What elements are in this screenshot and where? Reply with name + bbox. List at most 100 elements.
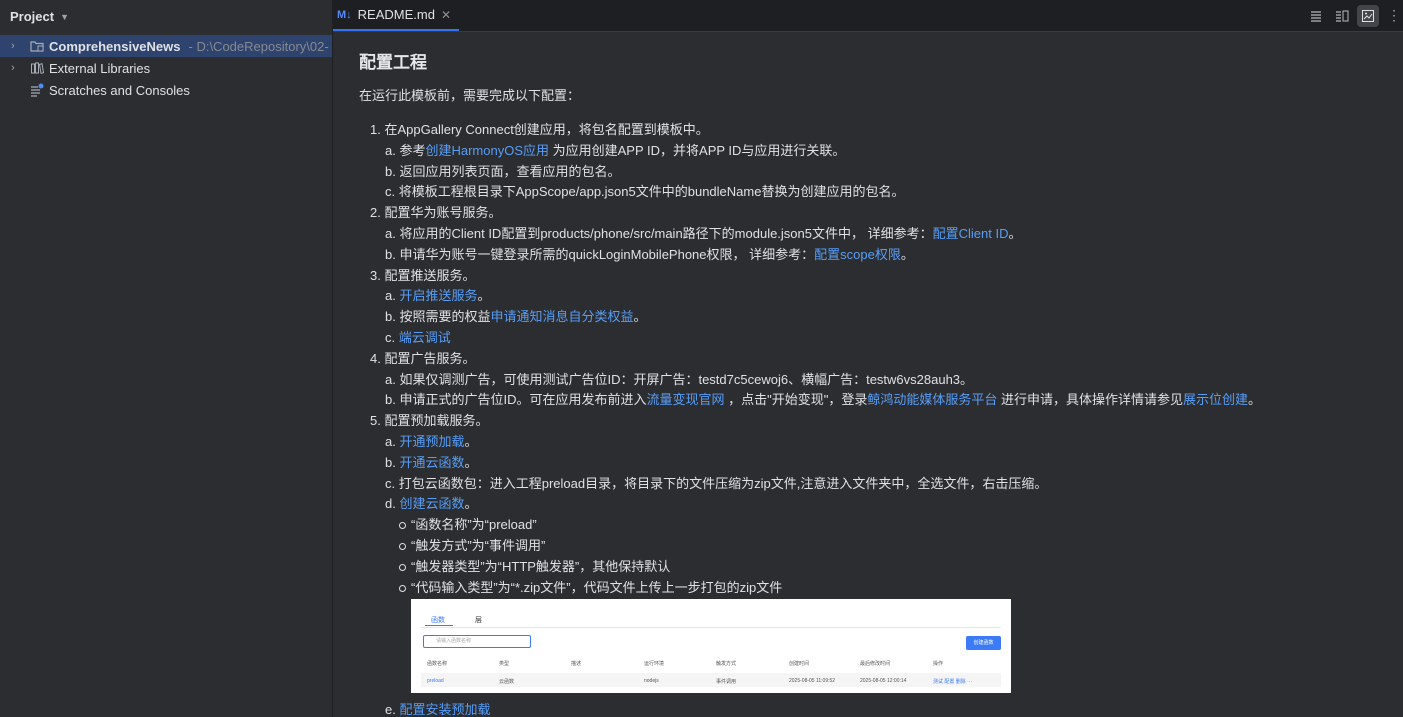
step-5a: a. 开通预加载。 bbox=[385, 432, 478, 452]
embed-cell: preload bbox=[427, 678, 444, 684]
step-text: 配置预加载服务。 bbox=[384, 413, 489, 428]
chevron-down-icon[interactable]: ▼ bbox=[60, 12, 69, 22]
link-create-harmonyos-app[interactable]: 创建HarmonyOS应用 bbox=[425, 143, 549, 158]
sub-text: 返回应用列表页面，查看应用的包名。 bbox=[399, 164, 621, 179]
link-config-scope[interactable]: 配置scope权限 bbox=[814, 247, 901, 262]
bullet-icon bbox=[399, 543, 406, 550]
step-4a: a. 如果仅调测广告，可使用测试广告位ID：开屏广告：testd7c5cewoj… bbox=[385, 370, 973, 390]
embed-tab-underline bbox=[425, 625, 453, 626]
sub-marker: c. bbox=[385, 330, 396, 345]
link-cloud-debug[interactable]: 端云调试 bbox=[399, 330, 451, 345]
step-number: 1. bbox=[370, 122, 381, 137]
step-1a: a. 参考创建HarmonyOS应用 为应用创建APP ID，并将APP ID与… bbox=[385, 141, 845, 161]
link-config-client-id[interactable]: 配置Client ID bbox=[933, 226, 1009, 241]
link-enable-push[interactable]: 开启推送服务 bbox=[399, 288, 477, 303]
step-number: 4. bbox=[370, 351, 381, 366]
sub-marker: a. bbox=[385, 226, 396, 241]
embed-search-input: 请输入函数名称 bbox=[423, 635, 531, 648]
step-text: 在AppGallery Connect创建应用，将包名配置到模板中。 bbox=[384, 122, 709, 137]
bullet-item: “代码输入类型”为“*.zip文件”，代码文件上传上一步打包的zip文件 bbox=[411, 580, 783, 595]
close-icon[interactable]: ✕ bbox=[441, 8, 451, 22]
embed-create-button: 创建函数 bbox=[966, 636, 1001, 650]
list-icon bbox=[1311, 10, 1321, 22]
bullet-item: “触发方式”为“事件调用” bbox=[411, 538, 546, 553]
project-tool-window: Project ▼ › ComprehensiveNews - D:\CodeR… bbox=[0, 0, 333, 717]
embedded-screenshot: 函数 层 请输入函数名称 创建函数 函数名称 类型 描述 运行环境 触发方式 创… bbox=[411, 599, 1011, 693]
step-3a: a. 开启推送服务。 bbox=[385, 286, 491, 306]
sub-marker: a. bbox=[385, 372, 396, 387]
embed-cell: 测试 配置 删除 ··· bbox=[933, 679, 973, 685]
link-enable-preload[interactable]: 开通预加载 bbox=[399, 434, 464, 449]
step-3: 3. 配置推送服务。 bbox=[370, 266, 475, 286]
step-3b: b. 按照需要的权益申请通知消息自分类权益。 bbox=[385, 307, 647, 327]
tree-item-scratches[interactable]: Scratches and Consoles bbox=[0, 79, 332, 101]
more-options-icon[interactable]: ⋮ bbox=[1387, 7, 1401, 24]
sub-marker: a. bbox=[385, 434, 396, 449]
link-enable-cloud-function[interactable]: 开通云函数 bbox=[399, 455, 464, 470]
editor-and-preview-button[interactable] bbox=[1331, 5, 1353, 27]
step-number: 3. bbox=[370, 268, 381, 283]
sub-marker: b. bbox=[385, 164, 396, 179]
preview-mode-toolbar: ⋮ bbox=[1305, 0, 1403, 31]
link-notification-rights[interactable]: 申请通知消息自分类权益 bbox=[490, 309, 633, 324]
link-traffic-monetization[interactable]: 流量变现官网 bbox=[646, 392, 724, 407]
embed-col: 函数名称 bbox=[427, 661, 448, 667]
sub-text: 按照需要的权益 bbox=[399, 309, 491, 324]
sub-text: 。 bbox=[1248, 392, 1262, 407]
tree-item-label: ComprehensiveNews bbox=[49, 38, 181, 54]
link-config-install-preload[interactable]: 配置安装预加载 bbox=[399, 702, 490, 717]
sub-text: 为应用创建APP ID，并将APP ID与应用进行关联。 bbox=[549, 143, 846, 158]
embed-cell: 2025-08-05 11:09:52 bbox=[789, 678, 836, 684]
expand-arrow-icon[interactable]: › bbox=[11, 62, 21, 74]
step-3c: c. 端云调试 bbox=[385, 328, 451, 348]
markdown-preview: 配置工程 在运行此模板前，需要完成以下配置： 1. 在AppGallery Co… bbox=[333, 32, 1403, 717]
embed-col: 类型 bbox=[499, 661, 510, 667]
sub-marker: a. bbox=[385, 288, 396, 303]
sub-marker: c. bbox=[385, 476, 396, 491]
sub-text: 如果仅调测广告，可使用测试广告位ID：开屏广告：testd7c5cewoj6、横… bbox=[399, 372, 974, 387]
sub-marker: b. bbox=[385, 392, 396, 407]
editor-only-button[interactable] bbox=[1305, 5, 1327, 27]
step-4b: b. 申请正式的广告位ID。可在应用发布前进入流量变现官网 ，点击"开始变现"，… bbox=[385, 390, 1261, 410]
step-text: 配置广告服务。 bbox=[384, 351, 476, 366]
link-create-cloud-function[interactable]: 创建云函数 bbox=[399, 496, 464, 511]
step-1b: b. 返回应用列表页面，查看应用的包名。 bbox=[385, 162, 620, 182]
project-title[interactable]: Project bbox=[10, 9, 54, 24]
link-media-platform[interactable]: 鲸鸿动能媒体服务平台 bbox=[867, 392, 997, 407]
embed-divider bbox=[421, 627, 1001, 628]
tree-item-project-root[interactable]: › ComprehensiveNews - D:\CodeRepository\… bbox=[0, 35, 332, 57]
sub-text: 。 bbox=[900, 247, 914, 262]
bullet-item: “函数名称”为“preload” bbox=[411, 517, 537, 532]
embed-cell: 事件调用 bbox=[716, 679, 737, 685]
sub-text: 参考 bbox=[399, 143, 426, 158]
sub-marker: e. bbox=[385, 702, 396, 717]
sub-text: 。 bbox=[1008, 226, 1022, 241]
embed-table-header: 函数名称 类型 描述 运行环境 触发方式 创建时间 最后修改时间 操作 bbox=[411, 657, 1011, 669]
split-view-icon bbox=[1336, 10, 1349, 22]
sub-text: 。 bbox=[464, 496, 478, 511]
step-number: 5. bbox=[370, 413, 381, 428]
preview-only-button[interactable] bbox=[1357, 4, 1379, 27]
embed-col: 操作 bbox=[933, 661, 944, 667]
doc-heading: 配置工程 bbox=[359, 53, 427, 72]
step-1: 1. 在AppGallery Connect创建应用，将包名配置到模板中。 bbox=[370, 120, 709, 140]
embed-col: 创建时间 bbox=[789, 661, 810, 667]
sub-marker: c. bbox=[385, 184, 396, 199]
sub-text: 。 bbox=[464, 455, 478, 470]
step-2a: a. 将应用的Client ID配置到products/phone/src/ma… bbox=[385, 224, 1021, 244]
tree-item-external-libraries[interactable]: › External Libraries bbox=[0, 57, 332, 79]
module-folder-icon bbox=[30, 39, 44, 53]
sub-text: 。 bbox=[477, 288, 491, 303]
editor-area: M↓ README.md ✕ ⋮ 配置工程 在运行此模板前，需要完成以下配置： … bbox=[333, 0, 1403, 717]
step-2b: b. 申请华为账号一键登录所需的quickLoginMobilePhone权限，… bbox=[385, 245, 914, 265]
embed-tab-layers: 层 bbox=[475, 617, 482, 624]
embed-col: 运行环境 bbox=[644, 661, 665, 667]
project-view-selector[interactable]: Project ▼ bbox=[0, 0, 332, 32]
step-text: 配置推送服务。 bbox=[384, 268, 476, 283]
sub-text: ，点击"开始变现"，登录 bbox=[724, 392, 868, 407]
expand-arrow-icon[interactable]: › bbox=[11, 40, 21, 52]
sub-marker: d. bbox=[385, 496, 396, 511]
step-4: 4. 配置广告服务。 bbox=[370, 349, 475, 369]
link-ad-slot-creation[interactable]: 展示位创建 bbox=[1183, 392, 1248, 407]
tab-readme[interactable]: M↓ README.md ✕ bbox=[333, 0, 460, 31]
